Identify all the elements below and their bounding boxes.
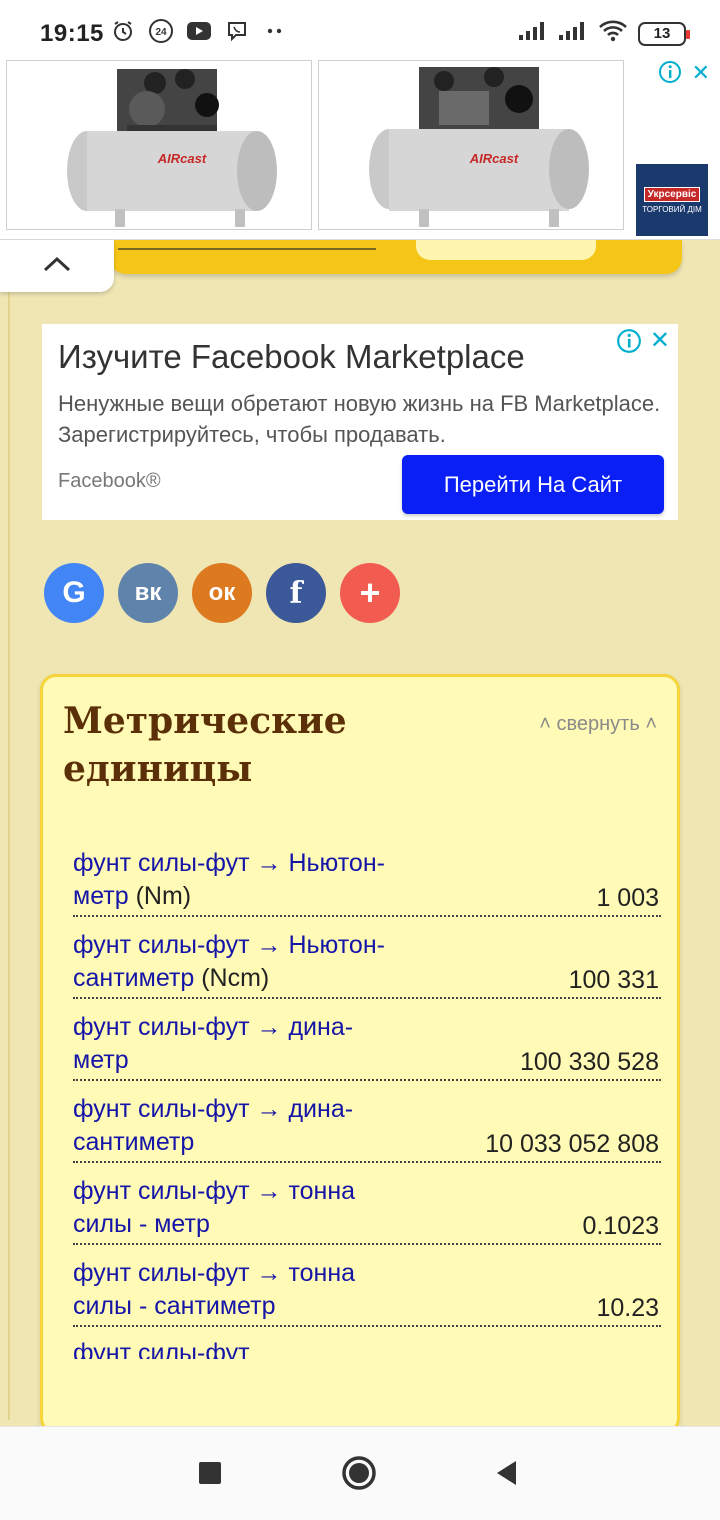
top-ad-banner[interactable]: AIRcast AIRcast ✕ Укрсервіс ТОРГОВИЙ ДІМ xyxy=(0,54,720,240)
signal-icon-2 xyxy=(558,21,588,46)
viber-icon xyxy=(224,18,250,44)
clock-24-icon: 24 xyxy=(148,18,174,44)
signal-icon xyxy=(518,21,548,46)
ad-title: Изучите Facebook Marketplace xyxy=(58,338,525,375)
header-strip xyxy=(110,240,682,274)
ad-source: Facebook® xyxy=(58,470,161,492)
unit-value: 10 033 052 808 xyxy=(485,1130,659,1158)
share-facebook-button[interactable]: f xyxy=(266,563,326,623)
unit-value: 1 003 xyxy=(596,884,659,912)
section-title: Метрические единицы xyxy=(63,700,347,790)
header-button-remnant[interactable] xyxy=(416,240,596,260)
metric-units-card: Метрические единицы ˄ свернуть ˄ фунт си… xyxy=(40,674,680,1434)
google-icon: G xyxy=(62,576,86,609)
share-more-button[interactable]: + xyxy=(340,563,400,623)
plus-icon: + xyxy=(359,572,381,613)
unit-value: 100 331 xyxy=(568,966,659,994)
collapse-label: свернуть xyxy=(556,713,640,735)
chevron-up-icon xyxy=(42,255,72,278)
home-button[interactable] xyxy=(341,1455,377,1496)
ad-info-icon[interactable] xyxy=(658,60,682,89)
facebook-ad[interactable]: Изучите Facebook Marketplace Ненужные ве… xyxy=(42,324,678,520)
ad-info-icon[interactable] xyxy=(616,328,642,359)
status-bar: 19:15 24 13 xyxy=(0,0,720,62)
compressor-brand: AIRcast xyxy=(157,151,207,166)
share-odnoklassniki-button[interactable]: ок xyxy=(192,563,252,623)
compressor-brand-2: AIRcast xyxy=(469,151,519,166)
youtube-icon xyxy=(186,18,212,44)
back-button[interactable] xyxy=(494,1459,518,1492)
battery-level: 13 xyxy=(653,25,671,42)
page-border xyxy=(8,290,10,1420)
recent-apps-button[interactable] xyxy=(198,1461,222,1490)
chevron-up-icon: ˄ xyxy=(645,713,657,735)
unit-row[interactable]: фунт силы-фут → дина-метр 100 330 528 xyxy=(73,1011,661,1081)
advertiser-name: Укрсервіс xyxy=(643,186,701,202)
wifi-icon xyxy=(598,20,628,47)
more-dots-icon xyxy=(262,18,288,44)
navigation-bar xyxy=(0,1426,720,1520)
ad-cta-button[interactable]: Перейти На Сайт xyxy=(402,455,664,514)
ad-close-icon[interactable]: ✕ xyxy=(692,60,710,86)
alarm-icon xyxy=(110,18,136,44)
svg-text:24: 24 xyxy=(155,27,167,38)
unit-value: 10.23 xyxy=(596,1294,659,1322)
unit-row[interactable]: фунт силы-фут → Ньютон-метр (Nm) 1 003 xyxy=(73,847,661,917)
product-image-compressor-2[interactable]: AIRcast xyxy=(318,60,624,230)
notification-icons: 24 xyxy=(110,18,288,44)
facebook-icon: f xyxy=(289,575,303,611)
unit-link[interactable]: фунт силы-фут → дина-метр xyxy=(73,1013,353,1074)
unit-abbr: (Nm) xyxy=(135,882,192,910)
vk-icon: вк xyxy=(134,579,162,606)
ad-close-icon[interactable]: ✕ xyxy=(650,326,670,355)
unit-value: 100 330 528 xyxy=(519,1048,659,1076)
unit-row-partial[interactable]: фунт силы-фут xyxy=(73,1339,661,1359)
units-list: фунт силы-фут → Ньютон-метр (Nm) 1 003 ф… xyxy=(73,847,661,1359)
unit-row[interactable]: фунт силы-фут → Ньютон-сантиметр (Ncm) 1… xyxy=(73,929,661,999)
share-google-button[interactable]: G xyxy=(44,563,104,623)
ad-collapse-button[interactable] xyxy=(0,240,114,292)
input-underline xyxy=(118,240,376,250)
unit-link[interactable]: фунт силы-фут → тонна силы - метр xyxy=(73,1177,355,1238)
unit-row[interactable]: фунт силы-фут → дина-сантиметр 10 033 05… xyxy=(73,1093,661,1163)
unit-row[interactable]: фунт силы-фут → тонна силы - сантиметр 1… xyxy=(73,1257,661,1327)
share-vk-button[interactable]: вк xyxy=(118,563,178,623)
unit-abbr: (Ncm) xyxy=(201,964,270,992)
chevron-up-icon: ˄ xyxy=(539,713,551,735)
collapse-section-link[interactable]: ˄ свернуть ˄ xyxy=(539,713,657,736)
advertiser-sub: ТОРГОВИЙ ДІМ xyxy=(642,204,702,214)
share-buttons: G вк ок f + xyxy=(44,563,400,623)
unit-link[interactable]: фунт силы-фут → дина-сантиметр xyxy=(73,1095,353,1156)
ad-description: Ненужные вещи обретают новую жизнь на FB… xyxy=(58,391,661,447)
product-image-compressor[interactable]: AIRcast xyxy=(6,60,312,230)
unit-row[interactable]: фунт силы-фут → тонна силы - метр 0.1023 xyxy=(73,1175,661,1245)
unit-link[interactable]: фунт силы-фут → Ньютон-метр xyxy=(73,849,385,910)
advertiser-logo[interactable]: Укрсервіс ТОРГОВИЙ ДІМ xyxy=(636,164,708,236)
battery-indicator: 13 xyxy=(638,21,690,46)
system-icons: 13 xyxy=(518,20,690,47)
unit-link[interactable]: фунт силы-фут → тонна силы - сантиметр xyxy=(73,1259,355,1320)
odnoklassniki-icon: ок xyxy=(208,579,236,606)
unit-value: 0.1023 xyxy=(582,1212,659,1240)
clock: 19:15 xyxy=(40,20,104,47)
